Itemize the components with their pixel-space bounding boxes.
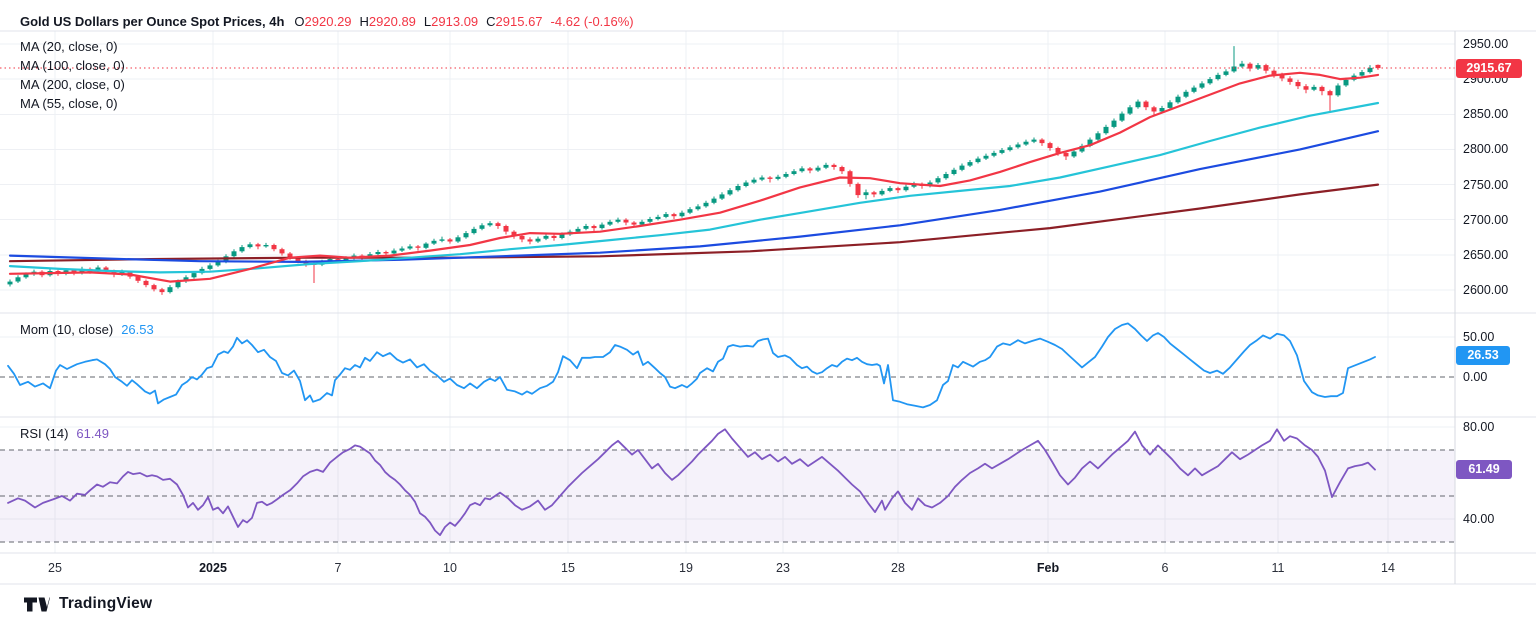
rsi-value-badge: 61.49 (1456, 460, 1512, 479)
time-tick-label: 7 (335, 561, 342, 575)
time-tick-label: 2025 (199, 561, 227, 575)
tradingview-logo-icon (24, 596, 50, 613)
rsi-value: 61.49 (76, 426, 109, 441)
time-tick-label: 14 (1381, 561, 1395, 575)
change-value: -4.62 (-0.16%) (551, 14, 634, 29)
ohlc-open: O2920.29 (292, 14, 351, 29)
time-tick-label: 23 (776, 561, 790, 575)
ma20-label: MA (20, close, 0) (20, 39, 118, 54)
mom-tick-label: 50.00 (1463, 329, 1494, 345)
ohlc-high: H2920.89 (360, 14, 416, 29)
mom-label: Mom (10, close) (20, 322, 113, 337)
ohlc-low: L2913.09 (424, 14, 478, 29)
ma55-legend-row[interactable]: MA (55, close, 0) (20, 96, 118, 111)
price-tick-label: 2700.00 (1463, 212, 1508, 228)
price-tick-label: 2600.00 (1463, 282, 1508, 298)
chart-window: Gold US Dollars per Ounce Spot Prices, 4… (0, 0, 1536, 626)
ohlc-close: C2915.67 (486, 14, 542, 29)
symbol-title: Gold US Dollars per Ounce Spot Prices, 4… (20, 14, 284, 29)
time-tick-label: 19 (679, 561, 693, 575)
time-tick-label: 28 (891, 561, 905, 575)
symbol-legend-row[interactable]: Gold US Dollars per Ounce Spot Prices, 4… (20, 14, 634, 29)
price-tick-label: 2850.00 (1463, 106, 1508, 122)
rsi-tick-label: 40.00 (1463, 511, 1494, 527)
time-tick-label: 25 (48, 561, 62, 575)
ma100-legend-row[interactable]: MA (100, close, 0) (20, 58, 125, 73)
chart-canvas[interactable] (0, 0, 1536, 626)
price-tick-label: 2950.00 (1463, 36, 1508, 52)
time-tick-label: Feb (1037, 561, 1059, 575)
mom-tick-label: 0.00 (1463, 369, 1487, 385)
time-tick-label: 11 (1272, 561, 1285, 575)
price-tick-label: 2750.00 (1463, 177, 1508, 193)
time-tick-label: 15 (561, 561, 575, 575)
rsi-legend-row[interactable]: RSI (14) 61.49 (20, 426, 109, 441)
ma200-label: MA (200, close, 0) (20, 77, 125, 92)
ma100-label: MA (100, close, 0) (20, 58, 125, 73)
rsi-label: RSI (14) (20, 426, 68, 441)
price-tick-label: 2800.00 (1463, 141, 1508, 157)
time-axis[interactable]: 25 2025 7 10 15 19 23 28 Feb 6 11 14 (0, 553, 1455, 584)
last-price-badge: 2915.67 (1456, 59, 1522, 78)
rsi-tick-label: 80.00 (1463, 419, 1494, 435)
ma55-label: MA (55, close, 0) (20, 96, 118, 111)
mom-value: 26.53 (121, 322, 154, 337)
mom-value-badge: 26.53 (1456, 346, 1510, 365)
ma20-legend-row[interactable]: MA (20, close, 0) (20, 39, 118, 54)
mom-legend-row[interactable]: Mom (10, close) 26.53 (20, 322, 154, 337)
tradingview-attribution[interactable]: TradingView (24, 595, 152, 613)
price-tick-label: 2650.00 (1463, 247, 1508, 263)
time-tick-label: 10 (443, 561, 457, 575)
tradingview-brand-text: TradingView (59, 595, 152, 613)
time-tick-label: 6 (1162, 561, 1169, 575)
price-axis[interactable]: 2950.002900.002850.002800.002750.002700.… (1455, 31, 1536, 584)
ma200-legend-row[interactable]: MA (200, close, 0) (20, 77, 125, 92)
